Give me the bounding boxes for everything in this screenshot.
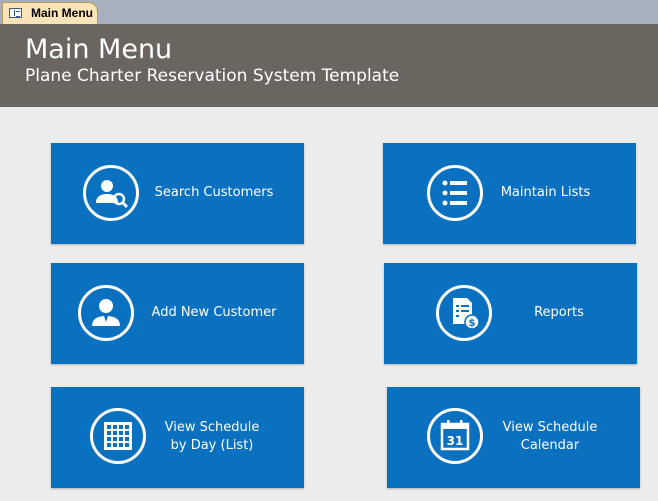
tab-label: Main Menu [31,6,93,20]
page-title: Main Menu [25,34,173,65]
reports-label: Reports [534,305,584,320]
form-icon [9,8,22,18]
user-icon [78,285,134,341]
calendar-31-icon: 31 [427,408,483,464]
tab-bar: Main Menu [0,0,658,24]
view-schedule-calendar-label: View Schedule Calendar [502,420,598,453]
search-customers-label: Search Customers [154,185,274,200]
tab-main-menu[interactable]: Main Menu [2,2,98,24]
view-schedule-calendar-button[interactable]: 31 View Schedule Calendar [387,387,640,488]
svg-text:$: $ [469,318,476,329]
calendar-grid-icon [90,408,146,464]
search-customers-button[interactable]: Search Customers [51,143,304,244]
view-schedule-list-label: View Schedule by Day (List) [164,420,260,453]
add-new-customer-label: Add New Customer [151,305,277,320]
list-icon [427,165,483,221]
search-customer-icon [83,165,139,221]
header-banner: Main Menu Plane Charter Reservation Syst… [0,24,658,107]
view-schedule-list-button[interactable]: View Schedule by Day (List) [51,387,304,488]
page-subtitle: Plane Charter Reservation System Templat… [25,66,400,86]
maintain-lists-button[interactable]: Maintain Lists [383,143,636,244]
maintain-lists-label: Maintain Lists [500,185,591,200]
report-dollar-icon: $ [436,285,492,341]
add-new-customer-button[interactable]: Add New Customer [51,263,304,364]
svg-text:31: 31 [447,434,464,448]
reports-button[interactable]: $ Reports [384,263,637,364]
